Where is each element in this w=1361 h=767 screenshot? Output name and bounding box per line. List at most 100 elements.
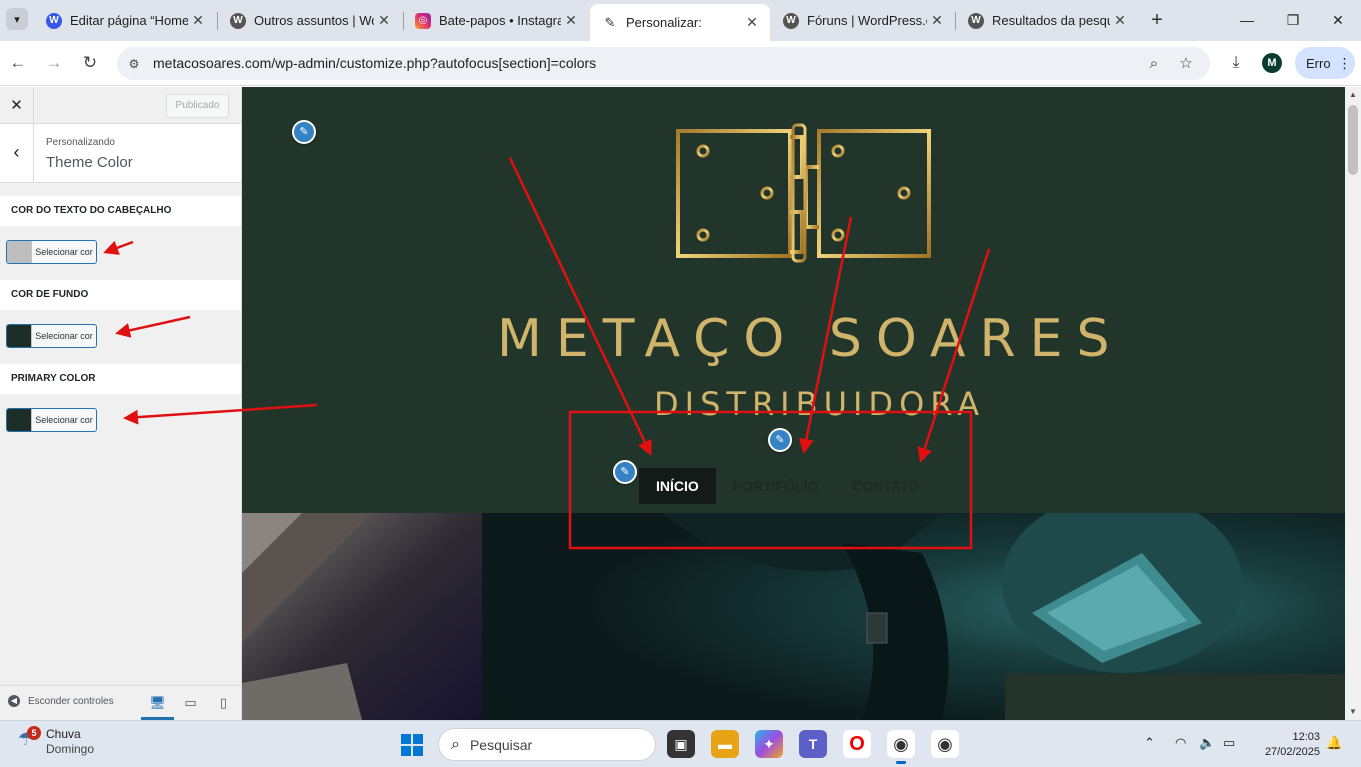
close-icon[interactable]: ✕ xyxy=(742,14,762,31)
primary-color-button[interactable]: Selecionar cor xyxy=(6,408,97,432)
weather-widget[interactable]: ☂ 5 Chuva Domingo xyxy=(14,726,95,757)
tab-personalizar[interactable]: ✎ Personalizar: ✕ xyxy=(590,4,770,41)
chrome-profile-icon[interactable]: ◉ xyxy=(931,730,959,758)
color-swatch xyxy=(7,241,32,263)
tab-title: Fóruns | WordPress.org xyxy=(807,13,927,28)
scroll-thumb[interactable] xyxy=(1348,105,1358,175)
customizer-header: ✕ Publicado xyxy=(0,87,241,124)
tab-outros-assuntos[interactable]: W Outros assuntos | WordPress ✕ xyxy=(218,5,402,36)
windows-taskbar: ☂ 5 Chuva Domingo ⌕ Pesquisar ▣ ▬ ✦ T O … xyxy=(0,720,1361,767)
tab-resultados[interactable]: W Resultados da pesquisa ✕ xyxy=(956,5,1138,36)
zoom-icon[interactable]: ⌕ xyxy=(1143,53,1165,75)
edit-shortcut-logo-icon[interactable]: ✎ xyxy=(292,120,316,144)
hide-controls-button[interactable]: ◀ Esconder controles xyxy=(8,695,114,707)
site-info-icon[interactable]: ⚙ xyxy=(125,55,143,73)
instagram-icon: ◎ xyxy=(415,12,431,29)
close-icon[interactable]: ✕ xyxy=(188,12,208,29)
screen: ▾ W Editar página “Home” ✕ W Outros assu… xyxy=(0,0,1361,767)
select-color-label: Selecionar cor xyxy=(35,331,93,341)
close-icon[interactable]: ✕ xyxy=(1110,12,1130,29)
wp-customize-icon: ✎ xyxy=(602,14,618,31)
nav-item-contato[interactable]: CONTATO xyxy=(835,468,936,504)
weather-title: Chuva xyxy=(46,727,81,741)
url-text[interactable]: metacosoares.com/wp-admin/customize.php?… xyxy=(153,55,596,71)
scroll-down-icon[interactable]: ▼ xyxy=(1345,704,1361,720)
wordpress-icon: W xyxy=(46,12,62,29)
teams-icon[interactable]: T xyxy=(799,730,827,758)
volume-icon[interactable]: 🔈 xyxy=(1199,735,1215,751)
scroll-up-icon[interactable]: ▲ xyxy=(1345,87,1361,103)
customizer-footer: ◀ Esconder controles 🖥 ▭ ▯ xyxy=(0,685,241,720)
clock-time: 12:03 xyxy=(1292,731,1320,743)
address-bar[interactable]: ⚙ metacosoares.com/wp-admin/customize.ph… xyxy=(117,47,1210,80)
weather-subtitle: Domingo xyxy=(46,742,95,756)
site-preview: METAÇO SOARES DISTRIBUIDORA INÍCIO PORTI… xyxy=(242,87,1345,720)
tab-instagram[interactable]: ◎ Bate-papos • Instagram ✕ xyxy=(403,5,589,36)
color-swatch xyxy=(7,409,32,431)
close-icon[interactable]: ✕ xyxy=(927,12,947,29)
header-text-color-button[interactable]: Selecionar cor xyxy=(6,240,97,264)
error-menu-button[interactable]: Erro ⋮ xyxy=(1295,47,1355,79)
tab-title: Editar página “Home” xyxy=(70,13,188,28)
mobile-preview-icon[interactable]: ▯ xyxy=(207,686,240,720)
preview-scrollbar[interactable]: ▲ ▼ xyxy=(1345,87,1361,720)
notification-bell-icon[interactable]: 🔔 xyxy=(1326,735,1342,751)
site-brand-subtitle: DISTRIBUIDORA xyxy=(654,385,986,423)
system-clock[interactable]: 12:03 27/02/2025 xyxy=(1254,730,1320,760)
clock-date: 27/02/2025 xyxy=(1264,746,1320,758)
wifi-icon[interactable]: ◠ xyxy=(1175,735,1186,751)
nav-item-portifolio[interactable]: PORTIFÓLIO xyxy=(716,468,836,504)
wordpress-icon: W xyxy=(783,12,799,29)
desktop-preview-icon[interactable]: 🖥 xyxy=(141,686,174,720)
tab-title: Personalizar: xyxy=(626,15,702,30)
tab-search-button[interactable]: ▾ xyxy=(6,8,28,30)
back-arrow-icon[interactable]: ← xyxy=(6,51,30,75)
select-color-label: Selecionar cor xyxy=(35,247,93,257)
windows-start-icon[interactable] xyxy=(400,733,424,757)
tab-title: Bate-papos • Instagram xyxy=(439,13,561,28)
close-customizer-icon[interactable]: ✕ xyxy=(0,87,34,124)
window-close-icon[interactable]: ✕ xyxy=(1315,8,1361,32)
hide-controls-label: Esconder controles xyxy=(28,695,114,707)
section-header: ‹ Personalizando Theme Color xyxy=(0,124,241,183)
copilot-icon[interactable]: ✦ xyxy=(755,730,783,758)
tab-editar-pagina[interactable]: W Editar página “Home” ✕ xyxy=(34,5,216,36)
edit-shortcut-nav-icon[interactable]: ✎ xyxy=(613,460,637,484)
tablet-preview-icon[interactable]: ▭ xyxy=(174,686,207,720)
edit-shortcut-menu-icon[interactable]: ✎ xyxy=(768,428,792,452)
download-icon[interactable]: ⤓ xyxy=(1224,51,1248,75)
nav-item-inicio[interactable]: INÍCIO xyxy=(639,468,716,504)
search-placeholder: Pesquisar xyxy=(469,736,533,753)
background-color-button[interactable]: Selecionar cor xyxy=(6,324,97,348)
welder-photo xyxy=(242,493,1345,720)
chrome-icon[interactable]: ◉ xyxy=(887,730,915,764)
file-explorer-icon[interactable]: ▬ xyxy=(711,730,739,758)
search-icon: ⌕ xyxy=(451,735,460,753)
hinge-logo xyxy=(613,123,996,263)
minimize-icon[interactable]: — xyxy=(1224,8,1270,32)
task-view-icon[interactable]: ▣ xyxy=(667,730,695,758)
back-chevron-icon[interactable]: ‹ xyxy=(0,124,34,182)
close-icon[interactable]: ✕ xyxy=(561,12,581,29)
battery-icon[interactable]: ▭ xyxy=(1223,735,1235,751)
control-label-primary-color: Primary color xyxy=(0,364,241,394)
site-nav: INÍCIO PORTIFÓLIO CONTATO xyxy=(639,468,936,504)
control-label-header-text-color: Cor do texto do cabeçalho xyxy=(0,196,241,226)
kebab-menu-icon: ⋮ xyxy=(1337,54,1352,71)
publish-button[interactable]: Publicado xyxy=(166,94,229,118)
wordpress-icon: W xyxy=(230,12,246,29)
reload-icon[interactable]: ↻ xyxy=(78,51,102,75)
forward-arrow-icon[interactable]: → xyxy=(42,51,66,75)
close-icon[interactable]: ✕ xyxy=(374,12,394,29)
profile-avatar[interactable]: M xyxy=(1262,53,1282,73)
bookmark-star-icon[interactable]: ☆ xyxy=(1175,53,1197,75)
tray-chevron-icon[interactable]: ⌃ xyxy=(1144,735,1155,751)
tab-foruns[interactable]: W Fóruns | WordPress.org ✕ xyxy=(771,5,955,36)
browser-toolbar: ← → ↻ ⚙ metacosoares.com/wp-admin/custom… xyxy=(0,41,1361,86)
hero-image xyxy=(242,493,1345,720)
new-tab-button[interactable]: + xyxy=(1146,9,1168,31)
restore-icon[interactable]: ❐ xyxy=(1270,8,1316,32)
site-header: METAÇO SOARES DISTRIBUIDORA INÍCIO PORTI… xyxy=(242,87,1345,513)
opera-icon[interactable]: O xyxy=(843,730,871,758)
taskbar-search[interactable]: ⌕ Pesquisar xyxy=(438,728,656,761)
